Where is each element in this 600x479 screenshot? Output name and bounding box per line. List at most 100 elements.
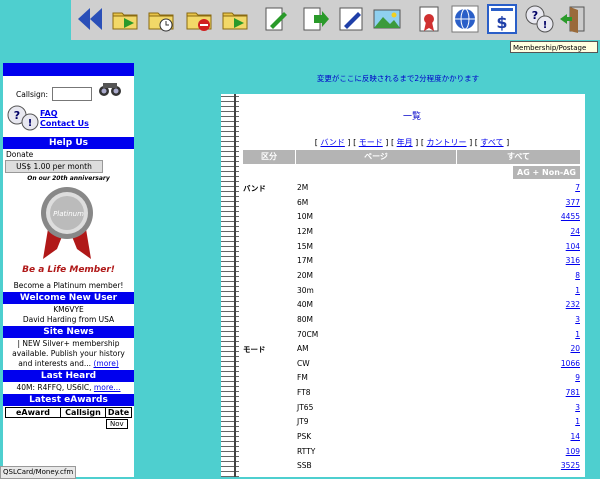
filter-link[interactable]: バンド: [320, 138, 344, 147]
panel-title: 一覧: [402, 112, 421, 122]
toolbar-button[interactable]: $: [486, 3, 518, 35]
row-page: 40M: [297, 300, 314, 310]
help-links: ?! FAQ Contact Us: [3, 104, 134, 136]
row-page: JT65: [297, 402, 314, 412]
filter-links: [ バンド ] [ モード ] [ 年月 ] [ カントリー ] [ すべて ]: [314, 138, 510, 147]
dollar-membership-icon: $: [487, 4, 517, 34]
eawards-date-cell: Nov: [106, 419, 128, 429]
toolbar-button[interactable]: [145, 3, 177, 35]
platinum-medal-icon: [37, 185, 97, 263]
pen-icon: [336, 4, 366, 34]
platinum-badge-text: Platinum: [53, 210, 84, 218]
row-count-link[interactable]: 24: [570, 227, 580, 236]
last-heard-header: Last Heard: [3, 370, 134, 382]
row-count-link[interactable]: 377: [566, 198, 580, 207]
row-page: JT9: [297, 417, 309, 427]
exit-door-icon: [558, 4, 588, 34]
globe-icon: [450, 4, 480, 34]
table-row: RTTY 109: [243, 444, 580, 459]
new-user-name: David Harding from USA: [22, 315, 115, 324]
landscape-image-icon: [372, 4, 402, 34]
folder-delete-icon: [184, 4, 214, 34]
news-more-link[interactable]: (more): [93, 359, 118, 368]
row-count-link[interactable]: 4455: [561, 212, 580, 221]
row-count-link[interactable]: 3: [575, 403, 580, 412]
toolbar-button[interactable]: [371, 3, 403, 35]
site-news-item: | NEW Silver+ membership available. Publ…: [3, 339, 134, 369]
row-count-link[interactable]: 1066: [561, 359, 580, 368]
column-header-page: ページ: [296, 150, 456, 164]
row-page: SSB: [297, 461, 312, 471]
help-question-icon: ?!: [524, 4, 554, 34]
row-count-link[interactable]: 104: [566, 242, 580, 251]
callsign-input[interactable]: [52, 87, 92, 101]
row-category: バンド: [243, 184, 266, 193]
column-subheader: AG + Non-AG: [513, 166, 580, 179]
toolbar-button[interactable]: [183, 3, 215, 35]
binoculars-icon[interactable]: [97, 81, 123, 97]
toolbar-button[interactable]: [73, 3, 105, 35]
toolbar-button[interactable]: [219, 3, 251, 35]
toolbar-button[interactable]: [299, 3, 331, 35]
row-count-link[interactable]: 7: [575, 183, 580, 192]
table-row: 15M 104: [243, 239, 580, 254]
eawards-row: Nov: [3, 419, 134, 429]
life-member-banner[interactable]: On our 20th anniversary Platinum Be a Li…: [3, 173, 134, 281]
back-double-arrow-icon: [74, 4, 104, 34]
last-heard-more-link[interactable]: more...: [94, 383, 121, 392]
contact-us-link[interactable]: Contact Us: [40, 119, 89, 128]
svg-text:!: !: [543, 20, 548, 31]
row-count-link[interactable]: 14: [570, 432, 580, 441]
toolbar: $?!: [71, 0, 600, 40]
table-row: JT9 1: [243, 414, 580, 429]
table-row: CW 1066: [243, 356, 580, 371]
toolbar-button[interactable]: [449, 3, 481, 35]
last-heard-text: 40M: R4FFQ, US6IC,: [16, 383, 92, 392]
eawards-column-header: Callsign: [61, 408, 106, 417]
edit-page-icon: [260, 4, 290, 34]
toolbar-button[interactable]: [259, 3, 291, 35]
export-page-icon: [300, 4, 330, 34]
column-header-category: 区分: [243, 150, 295, 164]
faq-link[interactable]: FAQ: [40, 109, 58, 118]
row-count-link[interactable]: 109: [566, 447, 580, 456]
filter-link[interactable]: すべて: [480, 138, 503, 147]
spiral-binding: [221, 94, 239, 477]
toolbar-button[interactable]: ?!: [523, 3, 555, 35]
row-page: 30m: [297, 285, 314, 295]
new-user-callsign: KM6VYE: [53, 305, 84, 314]
toolbar-button[interactable]: [335, 3, 367, 35]
toolbar-button[interactable]: [557, 3, 589, 35]
row-page: 12M: [297, 226, 314, 236]
row-count-link[interactable]: 8: [575, 271, 580, 280]
row-count-link[interactable]: 232: [566, 300, 580, 309]
row-page: 2M: [297, 183, 309, 192]
row-count-link[interactable]: 1: [575, 286, 580, 295]
donate-button[interactable]: US$ 1.00 per month: [5, 160, 103, 173]
folder-clock-icon: [146, 4, 176, 34]
row-count-link[interactable]: 20: [570, 344, 580, 353]
toolbar-button[interactable]: [413, 3, 445, 35]
row-count-link[interactable]: 1: [575, 330, 580, 339]
folder-forward-icon: [220, 4, 250, 34]
row-count-link[interactable]: 3525: [561, 461, 580, 470]
row-count-link[interactable]: 781: [566, 388, 580, 397]
row-count-link[interactable]: 1: [575, 417, 580, 426]
eawards-column-header: Date: [107, 408, 130, 417]
table-row: 40M 232: [243, 297, 580, 312]
row-count-link[interactable]: 9: [575, 373, 580, 382]
table-row: SSB 3525: [243, 458, 580, 473]
table-row: 17M 316: [243, 253, 580, 268]
sidebar-top-bar: [3, 63, 134, 76]
filter-link[interactable]: カントリー: [427, 138, 467, 147]
welcome-header: Welcome New User: [3, 292, 134, 304]
filter-link[interactable]: モード: [359, 138, 383, 147]
eawards-table-header: eAward Callsign Date: [5, 407, 132, 418]
row-count-link[interactable]: 3: [575, 315, 580, 324]
toolbar-button[interactable]: [109, 3, 141, 35]
filter-link[interactable]: 年月: [397, 138, 413, 147]
row-page: 80M: [297, 314, 314, 324]
table-header: 区分 ページ すべて: [243, 150, 580, 164]
row-count-link[interactable]: 316: [566, 256, 580, 265]
table-row: FT8 781: [243, 385, 580, 400]
